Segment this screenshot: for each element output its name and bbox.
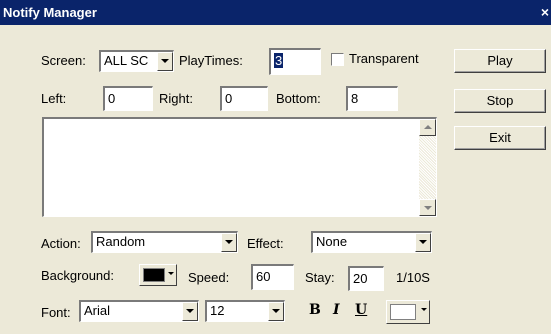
chevron-down-icon[interactable] — [415, 233, 431, 252]
vertical-scrollbar[interactable] — [419, 119, 436, 216]
notify-manager-window: Notify Manager × Screen: ALL SC PlayTime… — [0, 0, 551, 334]
background-color-swatch — [143, 268, 165, 282]
left-value: 0 — [108, 91, 116, 106]
bottom-value: 8 — [351, 91, 359, 106]
font-label: Font: — [41, 305, 71, 320]
chevron-down-icon[interactable] — [268, 302, 284, 321]
chevron-down-icon[interactable] — [182, 302, 198, 321]
underline-icon[interactable]: U — [355, 302, 367, 318]
stay-input[interactable]: 20 — [348, 266, 384, 291]
speed-input[interactable]: 60 — [251, 264, 294, 290]
playtimes-label: PlayTimes: — [179, 53, 243, 68]
playtimes-value: 3 — [274, 53, 284, 68]
background-color-button[interactable] — [139, 264, 177, 286]
transparent-label: Transparent — [349, 51, 419, 66]
title-bar[interactable]: Notify Manager × — [0, 0, 551, 25]
chevron-down-icon[interactable] — [157, 52, 173, 71]
stay-value: 20 — [353, 271, 368, 286]
bottom-label: Bottom: — [276, 91, 321, 106]
speed-label: Speed: — [188, 270, 230, 285]
bottom-input[interactable]: 8 — [346, 86, 398, 111]
font-color-button[interactable] — [386, 300, 430, 324]
message-textarea[interactable] — [42, 117, 437, 217]
window-title: Notify Manager — [3, 5, 97, 20]
font-size-value: 12 — [210, 303, 225, 318]
background-label: Background: — [41, 268, 114, 283]
action-label: Action: — [41, 236, 81, 251]
chevron-down-icon — [168, 272, 174, 275]
speed-value: 60 — [256, 269, 271, 284]
italic-icon[interactable]: I — [333, 302, 340, 318]
action-combo[interactable]: Random — [91, 231, 238, 253]
close-icon[interactable]: × — [539, 4, 551, 20]
play-button[interactable]: Play — [454, 49, 546, 73]
font-combo-value: Arial — [84, 303, 111, 318]
scroll-up-icon[interactable] — [419, 119, 436, 136]
right-label: Right: — [159, 91, 193, 106]
effect-combo[interactable]: None — [311, 231, 432, 253]
font-size-combo[interactable]: 12 — [205, 300, 285, 322]
action-combo-value: Random — [96, 234, 146, 249]
right-value: 0 — [225, 91, 233, 106]
transparent-checkbox[interactable] — [331, 53, 344, 66]
left-input[interactable]: 0 — [103, 86, 153, 111]
chevron-down-icon[interactable] — [221, 233, 237, 252]
stop-button[interactable]: Stop — [454, 89, 546, 113]
effect-combo-value: None — [316, 234, 348, 249]
chevron-down-icon — [421, 308, 427, 311]
playtimes-input[interactable]: 3 — [269, 48, 321, 75]
font-color-swatch — [390, 304, 416, 320]
scroll-down-icon[interactable] — [419, 199, 436, 216]
screen-combo[interactable]: ALL SC — [99, 50, 174, 72]
exit-button[interactable]: Exit — [454, 126, 546, 150]
right-input[interactable]: 0 — [220, 86, 268, 111]
font-combo[interactable]: Arial — [79, 300, 199, 322]
screen-label: Screen: — [41, 53, 86, 68]
stay-unit-label: 1/10S — [396, 270, 430, 285]
effect-label: Effect: — [247, 236, 284, 251]
left-label: Left: — [41, 91, 67, 106]
bold-icon[interactable]: B — [309, 302, 321, 318]
stay-label: Stay: — [305, 270, 335, 285]
screen-combo-value: ALL SC — [104, 53, 149, 68]
